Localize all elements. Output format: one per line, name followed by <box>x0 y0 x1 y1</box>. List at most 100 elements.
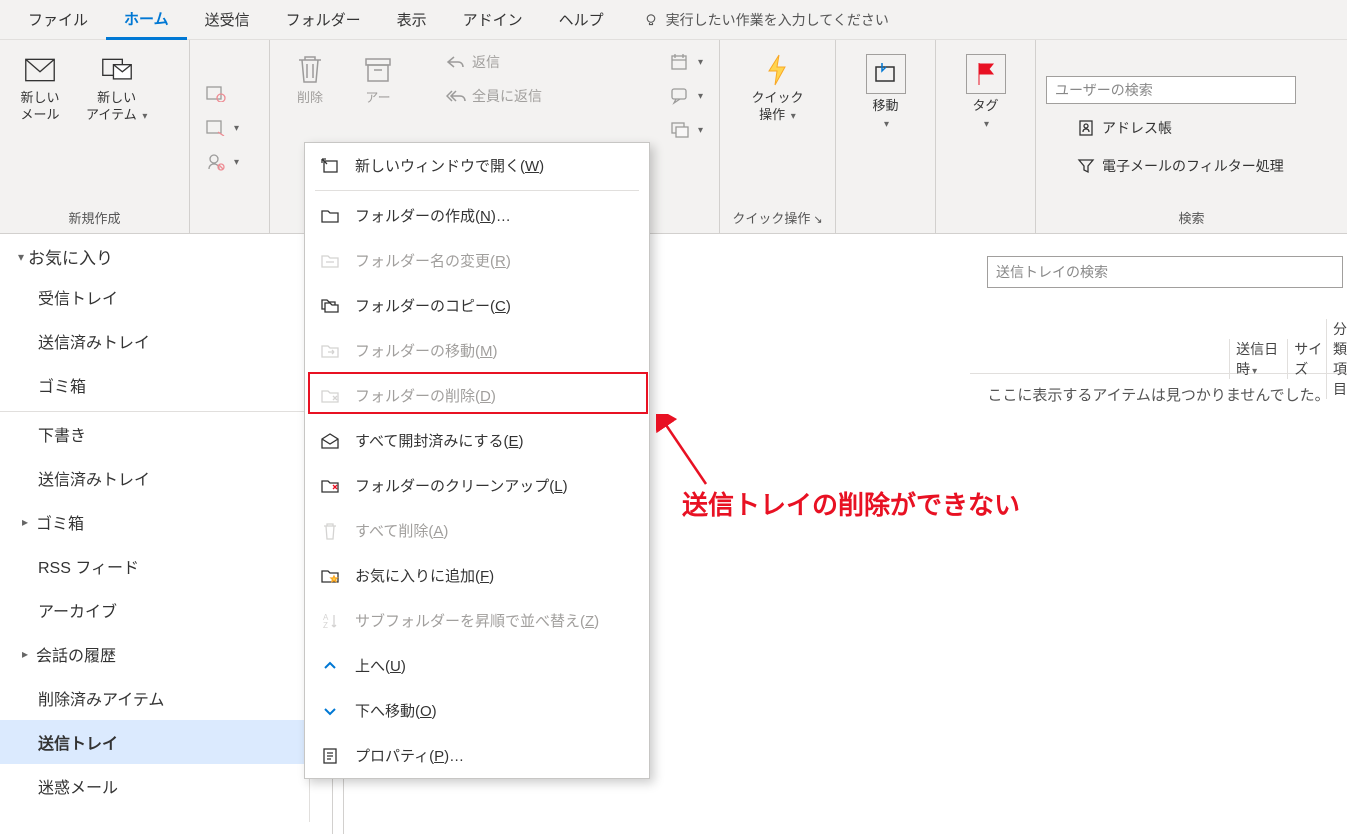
favorites-label: お気に入り <box>28 244 113 269</box>
sidebar-item-10[interactable]: 送信トレイ <box>0 720 309 764</box>
sidebar-item-3[interactable]: 下書き <box>0 411 309 456</box>
sidebar-item-label: 削除済みアイテム <box>38 686 164 710</box>
menu-file[interactable]: ファイル <box>10 1 106 38</box>
sidebar-item-8[interactable]: ▸会話の履歴 <box>0 632 309 676</box>
tag-button[interactable]: タグ▾ <box>956 48 1016 138</box>
col-sent-date[interactable]: 送信日時▾ <box>1229 339 1287 379</box>
bulb-icon <box>642 11 660 29</box>
reply-all-button[interactable]: 全員に返信 <box>440 82 656 110</box>
sort-az-icon: AZ <box>319 610 341 632</box>
context-menu-item-envelope-open[interactable]: すべて開封済みにする(E) <box>305 418 649 463</box>
sidebar-item-7[interactable]: アーカイブ <box>0 588 309 632</box>
reply-icon <box>446 52 466 72</box>
sidebar-item-6[interactable]: RSS フィード <box>0 544 309 588</box>
context-menu-item-folder-clean[interactable]: フォルダーのクリーンアップ(L) <box>305 463 649 508</box>
outbox-search-input[interactable]: 送信トレイの検索 <box>987 256 1343 288</box>
menu-addin[interactable]: アドイン <box>445 1 541 38</box>
ignore-button[interactable] <box>200 80 232 108</box>
chev-up-icon <box>319 655 341 677</box>
context-menu-item-label: プロパティ(P)… <box>355 745 464 766</box>
sidebar-item-label: RSS フィード <box>38 554 139 578</box>
lightning-icon <box>761 54 793 86</box>
address-book-button[interactable]: アドレス帳 <box>1046 114 1178 142</box>
menu-home[interactable]: ホーム <box>106 0 187 40</box>
context-menu-item-folder-move: フォルダーの移動(M) <box>305 328 649 373</box>
meeting-button[interactable]: ▾ <box>664 48 709 76</box>
im-button[interactable]: ▾ <box>664 82 709 110</box>
context-menu-item-label: すべて削除(A) <box>355 520 448 541</box>
context-menu-item-label: お気に入りに追加(F) <box>355 565 494 586</box>
menu-sendreceive[interactable]: 送受信 <box>187 1 268 38</box>
sidebar-item-5[interactable]: ▸ゴミ箱 <box>0 500 309 544</box>
menu-view[interactable]: 表示 <box>379 1 445 38</box>
favorites-header[interactable]: ▾お気に入り <box>0 234 309 275</box>
folder-move-icon <box>319 340 341 362</box>
properties-icon <box>319 745 341 767</box>
envelope-icon <box>24 54 56 86</box>
ribbon-blank-label <box>200 208 259 229</box>
move-icon <box>866 54 906 94</box>
new-item-icon <box>101 54 133 86</box>
context-menu-item-sort-az: AZ サブフォルダーを昇順で並べ替え(Z) <box>305 598 649 643</box>
sidebar-item-2[interactable]: ゴミ箱 <box>0 363 309 407</box>
trash-icon <box>294 54 326 86</box>
ribbon: 新しい メール 新しい アイテム ▾ 新規作成 ▾ ▾ 削除 アー <box>0 40 1347 234</box>
splitter-handle[interactable] <box>332 774 344 834</box>
filter-email-button[interactable]: 電子メールのフィルター処理 <box>1046 152 1290 180</box>
chev-down-icon <box>319 700 341 722</box>
menu-bar: ファイル ホーム 送受信 フォルダー 表示 アドイン ヘルプ 実行したい作業を入… <box>0 0 1347 40</box>
context-menu-item-folder-star[interactable]: お気に入りに追加(F) <box>305 553 649 598</box>
context-menu-item-label: サブフォルダーを昇順で並べ替え(Z) <box>355 610 599 631</box>
tell-me-text: 実行したい作業を入力してください <box>666 10 889 30</box>
ribbon-blank-label5 <box>946 208 1025 229</box>
junk-button[interactable]: ▾ <box>200 148 245 176</box>
context-menu-item-properties[interactable]: プロパティ(P)… <box>305 733 649 778</box>
menu-folder[interactable]: フォルダー <box>268 1 379 38</box>
reply-all-icon <box>446 86 466 106</box>
outbox-search-placeholder: 送信トレイの検索 <box>996 262 1108 282</box>
context-menu-item-new-window[interactable]: 新しいウィンドウで開く(W) <box>305 143 649 188</box>
context-menu-item-label: 新しいウィンドウで開く(W) <box>355 155 544 176</box>
new-item-button[interactable]: 新しい アイテム ▾ <box>78 48 155 130</box>
sidebar-item-label: アーカイブ <box>38 598 117 622</box>
sidebar-item-0[interactable]: 受信トレイ <box>0 275 309 319</box>
context-menu-item-chev-down[interactable]: 下へ移動(O) <box>305 688 649 733</box>
envelope-open-icon <box>319 430 341 452</box>
column-headers: 送信日時▾ サイズ 分類項目 <box>970 344 1347 374</box>
menu-help[interactable]: ヘルプ <box>541 1 622 38</box>
cleanup-button[interactable]: ▾ <box>200 114 245 142</box>
context-menu-item-folder[interactable]: フォルダーの作成(N)… <box>305 193 649 238</box>
sidebar-item-9[interactable]: 削除済みアイテム <box>0 676 309 720</box>
context-menu-item-label: フォルダーの作成(N)… <box>355 205 511 226</box>
context-menu-item-folder-copy[interactable]: フォルダーのコピー(C) <box>305 283 649 328</box>
quick-steps-button[interactable]: クイック 操作 ▾ <box>743 48 811 130</box>
forward-button[interactable] <box>440 116 656 140</box>
empty-message: ここに表示するアイテムは見つかりませんでした。 <box>970 384 1347 405</box>
reply-button[interactable]: 返信 <box>440 48 656 76</box>
user-search-input[interactable]: ユーザーの検索 <box>1046 76 1296 104</box>
sidebar-item-11[interactable]: 迷惑メール <box>0 764 309 808</box>
context-menu-item-chev-up[interactable]: 上へ(U) <box>305 643 649 688</box>
folder-rename-icon <box>319 250 341 272</box>
more-respond-button[interactable]: ▾ <box>664 116 709 144</box>
archive-button[interactable]: アー <box>348 48 408 113</box>
tell-me-hint[interactable]: 実行したい作業を入力してください <box>642 10 889 30</box>
sidebar-item-label: 送信済みトレイ <box>38 329 150 353</box>
folder-star-icon <box>319 565 341 587</box>
ignore-icon <box>206 84 226 104</box>
cleanup-icon <box>206 118 226 138</box>
addressbook-icon <box>1076 118 1096 138</box>
context-menu-item-folder-delete: フォルダーの削除(D) <box>305 373 649 418</box>
new-mail-button[interactable]: 新しい メール <box>10 48 70 130</box>
context-menu-item-folder-rename: フォルダー名の変更(R) <box>305 238 649 283</box>
delete-button[interactable]: 削除 <box>280 48 340 113</box>
move-button[interactable]: 移動▾ <box>856 48 916 138</box>
new-window-icon <box>319 155 341 177</box>
ribbon-quick-label[interactable]: クイック操作 <box>730 204 825 229</box>
context-menu-item-label: フォルダーの削除(D) <box>355 385 496 406</box>
new-mail-label: 新しい メール <box>20 90 59 124</box>
sidebar-item-4[interactable]: 送信済みトレイ <box>0 456 309 500</box>
sidebar-item-1[interactable]: 送信済みトレイ <box>0 319 309 363</box>
col-size[interactable]: サイズ <box>1287 339 1326 379</box>
move-label: 移動▾ <box>872 98 898 132</box>
